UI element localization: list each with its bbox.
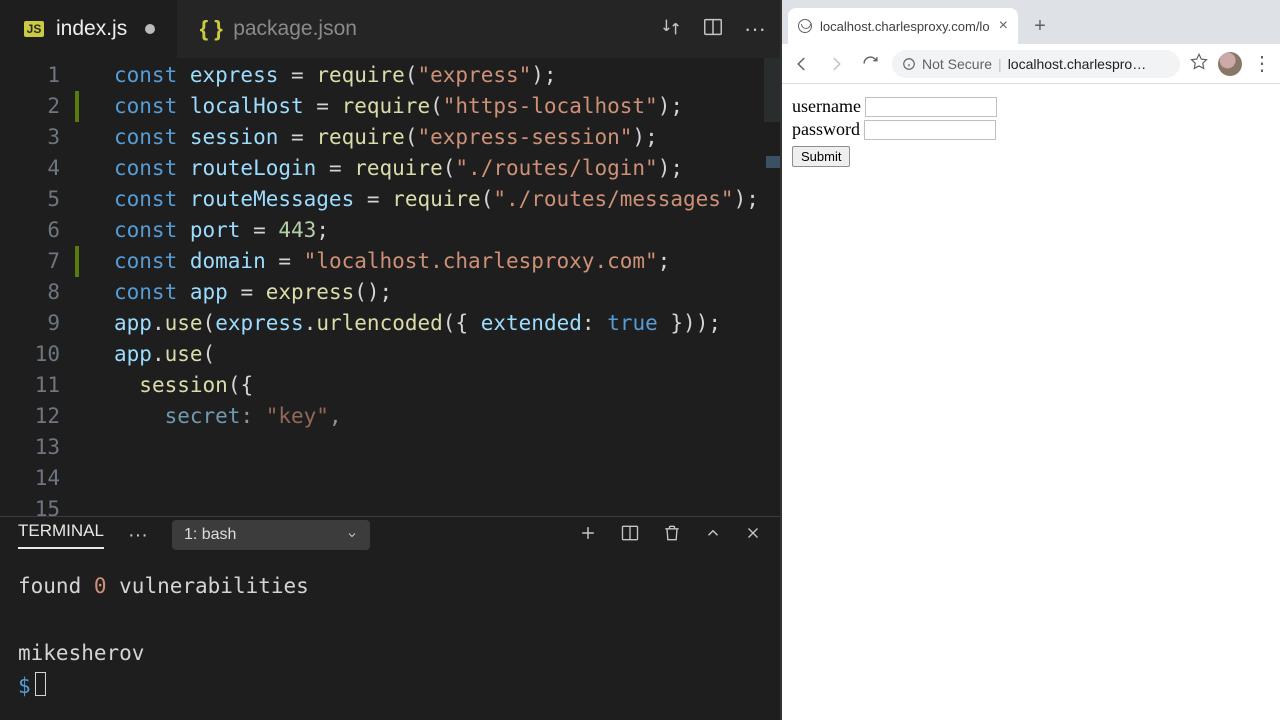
terminal-user: mikesherov	[18, 637, 762, 671]
minimap-range-icon	[766, 156, 780, 168]
code-content[interactable]: const express = require("express");const…	[78, 58, 780, 516]
terminal-prompt: $	[18, 674, 31, 698]
code-line[interactable]: const routeMessages = require("./routes/…	[114, 184, 780, 215]
line-number: 11	[0, 370, 60, 401]
code-line[interactable]: const express = require("express");	[114, 60, 780, 91]
editor-tabs-bar: JS index.js { } package.json ···	[0, 0, 780, 58]
globe-icon	[798, 19, 812, 33]
editor-tab-indexjs[interactable]: JS index.js	[0, 0, 177, 58]
line-number: 1	[0, 60, 60, 91]
maximize-terminal-icon[interactable]	[704, 524, 722, 547]
editor-pane: JS index.js { } package.json ··· 1234567…	[0, 0, 780, 720]
code-editor[interactable]: 123456789101112131415 const express = re…	[0, 58, 780, 516]
close-tab-icon[interactable]: ×	[999, 17, 1008, 35]
profile-avatar[interactable]	[1218, 52, 1242, 76]
terminal-tab[interactable]: TERMINAL	[18, 521, 104, 549]
code-line[interactable]: const app = express();	[114, 277, 780, 308]
line-number: 12	[0, 401, 60, 432]
chevron-down-icon	[346, 529, 358, 541]
line-number: 6	[0, 215, 60, 246]
code-line[interactable]: session({	[114, 370, 780, 401]
kill-terminal-icon[interactable]	[662, 523, 682, 548]
terminal-more-icon[interactable]: ···	[128, 524, 148, 547]
code-line[interactable]: const domain = "localhost.charlesproxy.c…	[114, 246, 780, 277]
password-input[interactable]	[864, 120, 996, 140]
dirty-indicator-icon	[145, 24, 155, 34]
forward-button[interactable]	[824, 52, 848, 76]
editor-toolbar-actions: ···	[660, 16, 766, 43]
browser-tab[interactable]: localhost.charlesproxy.com/lo ×	[788, 8, 1018, 44]
line-number: 8	[0, 277, 60, 308]
password-label: password	[792, 119, 860, 140]
form-row-password: password	[792, 119, 1270, 140]
line-number: 10	[0, 339, 60, 370]
page-content: username password Submit	[782, 84, 1280, 720]
terminal-actions	[578, 523, 762, 548]
browser-tabstrip: localhost.charlesproxy.com/lo × +	[782, 0, 1280, 44]
new-terminal-icon[interactable]	[578, 523, 598, 548]
browser-pane: localhost.charlesproxy.com/lo × + Not Se…	[780, 0, 1280, 720]
terminal-text: found	[18, 574, 94, 598]
line-number: 9	[0, 308, 60, 339]
line-number: 15	[0, 494, 60, 516]
terminal-output[interactable]: found 0 vulnerabilities mikesherov $	[0, 554, 780, 720]
close-terminal-icon[interactable]	[744, 524, 762, 547]
shell-label: 1: bash	[184, 526, 236, 544]
terminal-text: vulnerabilities	[107, 574, 309, 598]
cursor-icon	[35, 672, 46, 696]
reload-button[interactable]	[858, 52, 882, 76]
back-button[interactable]	[790, 52, 814, 76]
bookmark-icon[interactable]	[1190, 52, 1208, 75]
terminal-tabs: TERMINAL ··· 1: bash	[0, 517, 780, 554]
browser-toolbar: Not Secure | localhost.charlespro… ⋮	[782, 44, 1280, 84]
split-terminal-icon[interactable]	[620, 523, 640, 548]
editor-tab-packagejson[interactable]: { } package.json	[177, 0, 379, 58]
code-line[interactable]: const port = 443;	[114, 215, 780, 246]
js-file-icon: JS	[22, 17, 46, 41]
line-number: 7	[0, 246, 60, 277]
tab-name: index.js	[56, 17, 127, 41]
address-bar[interactable]: Not Secure | localhost.charlespro…	[892, 50, 1180, 78]
browser-menu-icon[interactable]: ⋮	[1252, 51, 1272, 76]
split-editor-icon[interactable]	[702, 16, 724, 43]
url-text: localhost.charlespro…	[1008, 56, 1147, 72]
code-line[interactable]: app.use(express.urlencoded({ extended: t…	[114, 308, 780, 339]
submit-button[interactable]: Submit	[792, 146, 850, 167]
line-number: 4	[0, 153, 60, 184]
browser-tab-title: localhost.charlesproxy.com/lo	[820, 19, 990, 34]
code-line[interactable]: const routeLogin = require("./routes/log…	[114, 153, 780, 184]
more-actions-icon[interactable]: ···	[744, 16, 766, 42]
terminal-shell-select[interactable]: 1: bash	[172, 520, 370, 550]
tab-name: package.json	[233, 17, 357, 41]
json-file-icon: { }	[199, 17, 223, 41]
username-label: username	[792, 96, 861, 117]
minimap[interactable]	[764, 58, 780, 122]
compare-changes-icon[interactable]	[660, 16, 682, 43]
line-number: 14	[0, 463, 60, 494]
username-input[interactable]	[865, 97, 997, 117]
line-numbers: 123456789101112131415	[0, 58, 78, 516]
info-icon	[902, 57, 916, 71]
code-line[interactable]: secret: "key",	[114, 401, 780, 432]
code-line[interactable]: app.use(	[114, 339, 780, 370]
line-number: 3	[0, 122, 60, 153]
terminal-text: 0	[94, 574, 107, 598]
code-line[interactable]: const session = require("express-session…	[114, 122, 780, 153]
new-tab-button[interactable]: +	[1026, 12, 1054, 40]
form-row-username: username	[792, 96, 1270, 117]
terminal-panel: TERMINAL ··· 1: bash found 0 vulnerabili…	[0, 516, 780, 720]
line-number: 2	[0, 91, 60, 122]
security-status: Not Secure	[922, 56, 992, 72]
line-number: 5	[0, 184, 60, 215]
code-line[interactable]: const localHost = require("https-localho…	[114, 91, 780, 122]
line-number: 13	[0, 432, 60, 463]
